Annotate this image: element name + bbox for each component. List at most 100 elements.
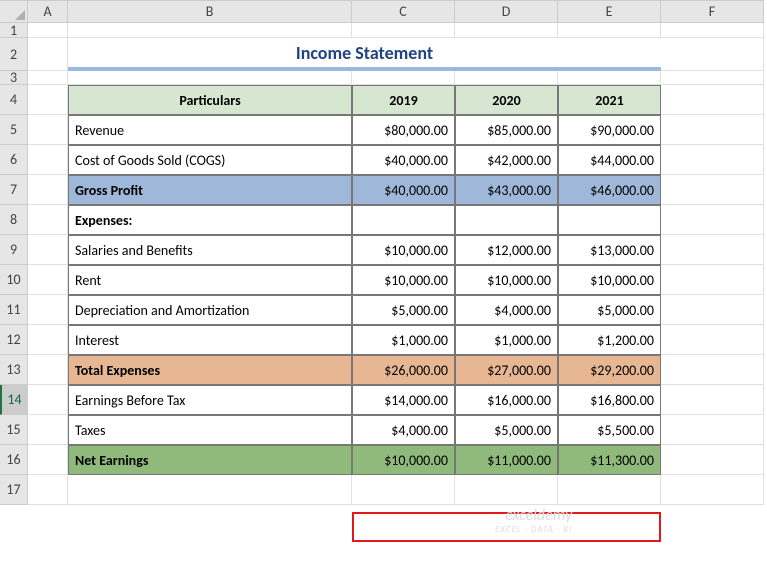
cell[interactable]	[28, 265, 68, 295]
cell[interactable]	[558, 205, 661, 235]
spreadsheet-grid[interactable]: A B C D E F 1 2 Income Statement 3 4 Par…	[0, 0, 767, 505]
cell[interactable]	[558, 71, 661, 85]
cell[interactable]	[661, 145, 764, 175]
cell[interactable]	[558, 23, 661, 38]
cell[interactable]	[28, 295, 68, 325]
cell[interactable]	[28, 415, 68, 445]
row-header-2[interactable]: 2	[0, 38, 28, 71]
row-header-17[interactable]: 17	[0, 475, 28, 505]
cell[interactable]	[28, 355, 68, 385]
cell[interactable]	[68, 71, 352, 85]
row-header-13[interactable]: 13	[0, 355, 28, 385]
val-salaries-2021[interactable]: $13,000.00	[558, 235, 661, 265]
cell[interactable]	[68, 23, 352, 38]
val-net-2020[interactable]: $11,000.00	[455, 445, 558, 475]
cell[interactable]	[661, 71, 764, 85]
val-taxes-2021[interactable]: $5,500.00	[558, 415, 661, 445]
cell[interactable]	[661, 325, 764, 355]
val-net-2021[interactable]: $11,300.00	[558, 445, 661, 475]
cell[interactable]	[661, 265, 764, 295]
val-net-2019[interactable]: $10,000.00	[352, 445, 455, 475]
cell[interactable]	[455, 71, 558, 85]
val-totexp-2021[interactable]: $29,200.00	[558, 355, 661, 385]
val-cogs-2019[interactable]: $40,000.00	[352, 145, 455, 175]
row-header-7[interactable]: 7	[0, 175, 28, 205]
col-header-c[interactable]: C	[352, 0, 455, 23]
val-gross-profit-2019[interactable]: $40,000.00	[352, 175, 455, 205]
val-cogs-2020[interactable]: $42,000.00	[455, 145, 558, 175]
cell[interactable]	[28, 325, 68, 355]
val-ebt-2019[interactable]: $14,000.00	[352, 385, 455, 415]
cell[interactable]	[28, 71, 68, 85]
cell[interactable]	[28, 38, 68, 71]
val-interest-2020[interactable]: $1,000.00	[455, 325, 558, 355]
cell[interactable]	[28, 445, 68, 475]
cell[interactable]	[28, 175, 68, 205]
cell[interactable]	[352, 205, 455, 235]
col-header-b[interactable]: B	[68, 0, 352, 23]
val-dep-2020[interactable]: $4,000.00	[455, 295, 558, 325]
row-header-11[interactable]: 11	[0, 295, 28, 325]
col-header-d[interactable]: D	[455, 0, 558, 23]
val-taxes-2019[interactable]: $4,000.00	[352, 415, 455, 445]
label-depreciation[interactable]: Depreciation and Amortization	[68, 295, 352, 325]
col-header-f[interactable]: F	[661, 0, 764, 23]
val-rent-2021[interactable]: $10,000.00	[558, 265, 661, 295]
row-header-16[interactable]: 16	[0, 445, 28, 475]
val-interest-2019[interactable]: $1,000.00	[352, 325, 455, 355]
val-ebt-2021[interactable]: $16,800.00	[558, 385, 661, 415]
cell[interactable]	[28, 235, 68, 265]
cell[interactable]	[455, 23, 558, 38]
val-ebt-2020[interactable]: $16,000.00	[455, 385, 558, 415]
cell[interactable]	[28, 85, 68, 115]
val-revenue-2020[interactable]: $85,000.00	[455, 115, 558, 145]
select-all-corner[interactable]	[0, 0, 28, 23]
cell[interactable]	[661, 23, 764, 38]
val-taxes-2020[interactable]: $5,000.00	[455, 415, 558, 445]
row-header-8[interactable]: 8	[0, 205, 28, 235]
val-rent-2019[interactable]: $10,000.00	[352, 265, 455, 295]
th-particulars[interactable]: Particulars	[68, 85, 352, 115]
label-total-expenses[interactable]: Total Expenses	[68, 355, 352, 385]
col-header-a[interactable]: A	[28, 0, 68, 23]
row-header-9[interactable]: 9	[0, 235, 28, 265]
row-header-10[interactable]: 10	[0, 265, 28, 295]
row-header-12[interactable]: 12	[0, 325, 28, 355]
cell[interactable]	[661, 415, 764, 445]
cell[interactable]	[352, 23, 455, 38]
cell[interactable]	[352, 475, 455, 505]
label-cogs[interactable]: Cost of Goods Sold (COGS)	[68, 145, 352, 175]
val-totexp-2019[interactable]: $26,000.00	[352, 355, 455, 385]
label-taxes[interactable]: Taxes	[68, 415, 352, 445]
val-dep-2021[interactable]: $5,000.00	[558, 295, 661, 325]
val-interest-2021[interactable]: $1,200.00	[558, 325, 661, 355]
row-header-4[interactable]: 4	[0, 85, 28, 115]
label-gross-profit[interactable]: Gross Profit	[68, 175, 352, 205]
cell[interactable]	[661, 205, 764, 235]
cell[interactable]	[68, 475, 352, 505]
row-header-6[interactable]: 6	[0, 145, 28, 175]
cell[interactable]	[455, 475, 558, 505]
th-2021[interactable]: 2021	[558, 85, 661, 115]
cell[interactable]	[455, 205, 558, 235]
cell[interactable]	[661, 445, 764, 475]
th-2020[interactable]: 2020	[455, 85, 558, 115]
row-header-15[interactable]: 15	[0, 415, 28, 445]
cell[interactable]	[661, 475, 764, 505]
cell[interactable]	[28, 115, 68, 145]
val-cogs-2021[interactable]: $44,000.00	[558, 145, 661, 175]
cell[interactable]	[661, 295, 764, 325]
val-revenue-2019[interactable]: $80,000.00	[352, 115, 455, 145]
val-totexp-2020[interactable]: $27,000.00	[455, 355, 558, 385]
cell[interactable]	[558, 475, 661, 505]
label-interest[interactable]: Interest	[68, 325, 352, 355]
cell[interactable]	[661, 175, 764, 205]
val-salaries-2019[interactable]: $10,000.00	[352, 235, 455, 265]
label-net-earnings[interactable]: Net Earnings	[68, 445, 352, 475]
cell[interactable]	[28, 385, 68, 415]
cell[interactable]	[661, 355, 764, 385]
cell[interactable]	[28, 475, 68, 505]
cell[interactable]	[661, 85, 764, 115]
cell[interactable]	[352, 71, 455, 85]
cell[interactable]	[661, 115, 764, 145]
